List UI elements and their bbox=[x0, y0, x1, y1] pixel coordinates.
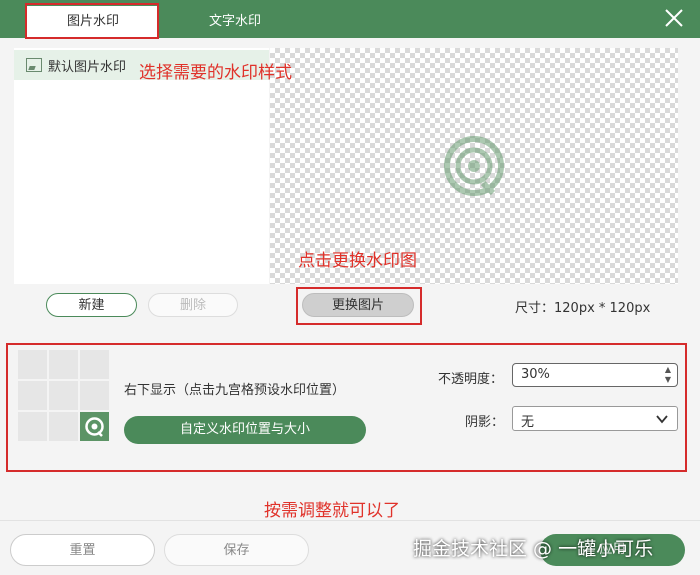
shadow-label: 阴影： bbox=[465, 415, 505, 430]
delete-button[interactable]: 删除 bbox=[148, 293, 238, 317]
save-button[interactable]: 保存 bbox=[164, 534, 309, 566]
new-button[interactable]: 新建 bbox=[46, 293, 137, 317]
watermark-list: 默认图片水印 bbox=[14, 48, 269, 284]
position-description: 右下显示（点击九宫格预设水印位置） bbox=[124, 383, 346, 398]
grid-cell-top-right[interactable] bbox=[80, 350, 109, 379]
grid-cell-middle-right[interactable] bbox=[80, 381, 109, 410]
watermark-logo-icon bbox=[85, 417, 104, 437]
shadow-select[interactable]: 无 bbox=[512, 406, 678, 431]
grid-cell-bottom-left[interactable] bbox=[18, 412, 47, 441]
shadow-value: 无 bbox=[521, 415, 535, 430]
grid-cell-middle-left[interactable] bbox=[18, 381, 47, 410]
grid-cell-bottom-center[interactable] bbox=[49, 412, 78, 441]
site-watermark-text: 掘金技术社区 @ 一罐小可乐 bbox=[413, 538, 654, 560]
opacity-label: 不透明度： bbox=[438, 372, 504, 387]
annotation-select-style: 选择需要的水印样式 bbox=[139, 63, 292, 83]
position-grid bbox=[18, 350, 110, 442]
annotation-box-tab bbox=[25, 3, 159, 39]
grid-cell-top-left[interactable] bbox=[18, 350, 47, 379]
opacity-stepper-icon[interactable]: ▲ ▼ bbox=[663, 365, 673, 385]
annotation-box-change-image bbox=[296, 287, 422, 325]
annotation-adjust: 按需调整就可以了 bbox=[264, 501, 400, 521]
chevron-down-icon bbox=[656, 415, 668, 424]
close-icon[interactable] bbox=[662, 6, 686, 30]
grid-cell-top-center[interactable] bbox=[49, 350, 78, 379]
grid-cell-bottom-right[interactable] bbox=[80, 412, 109, 441]
image-icon bbox=[26, 58, 42, 72]
watermark-logo-icon bbox=[443, 135, 505, 197]
opacity-input[interactable]: 30% ▲ ▼ bbox=[512, 363, 678, 387]
opacity-value: 30% bbox=[521, 367, 550, 382]
grid-cell-center[interactable] bbox=[49, 381, 78, 410]
list-item-label: 默认图片水印 bbox=[48, 60, 127, 75]
image-size-text: 尺寸：120px * 120px bbox=[515, 301, 651, 316]
custom-position-button[interactable]: 自定义水印位置与大小 bbox=[124, 416, 366, 444]
tab-text-watermark[interactable]: 文字水印 bbox=[170, 6, 300, 38]
footer-divider bbox=[0, 520, 700, 521]
reset-button[interactable]: 重置 bbox=[10, 534, 155, 566]
annotation-change-image: 点击更换水印图 bbox=[298, 251, 417, 271]
